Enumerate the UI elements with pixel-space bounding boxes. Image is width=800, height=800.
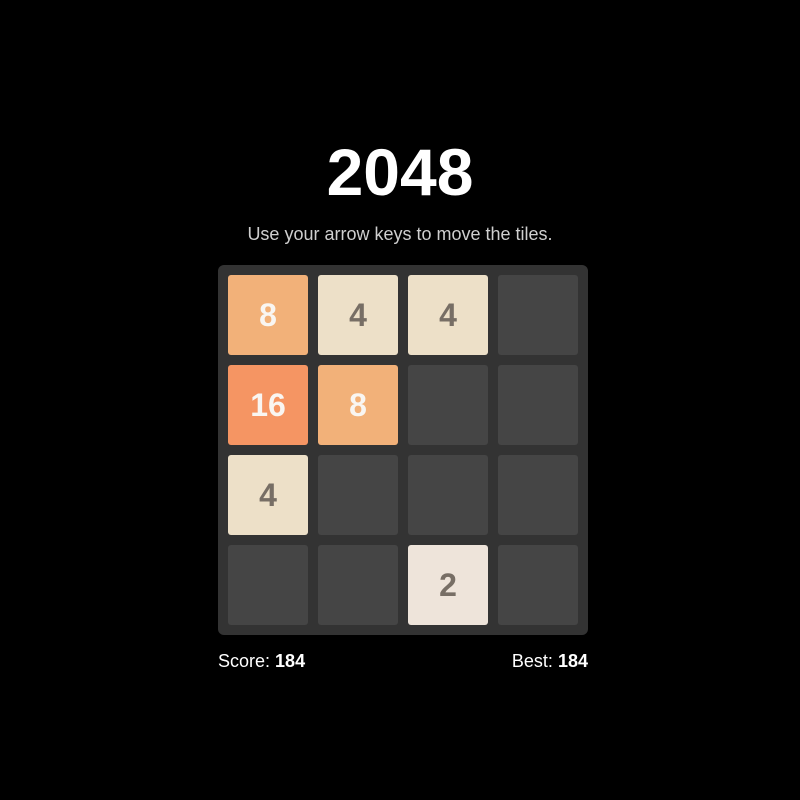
empty-cell [318,545,398,625]
tile: 2 [408,545,488,625]
game-instructions: Use your arrow keys to move the tiles. [247,224,553,244]
score-value: 184 [275,651,306,671]
game-page: 2048 Use your arrow keys to move the til… [0,0,800,800]
empty-cell [498,455,578,535]
best-label: Best: [511,651,553,671]
game-board[interactable]: 8 4 4 16 8 4 2 [218,265,588,635]
best-score-display: Best: 184 [512,650,588,672]
tile: 8 [318,365,398,445]
tile: 4 [318,275,398,355]
tile: 8 [228,275,308,355]
empty-cell [228,545,308,625]
empty-cell [408,455,488,535]
game-title: 2048 [326,135,474,209]
empty-cell [498,275,578,355]
tile: 4 [228,455,308,535]
empty-cell [498,545,578,625]
best-value: 184 [557,651,588,671]
empty-cell [318,455,398,535]
tile: 4 [408,275,488,355]
score-label: Score: [218,651,271,671]
empty-cell [408,365,488,445]
empty-cell [498,365,578,445]
score-display: Score: 184 [218,650,305,672]
tile: 16 [228,365,308,445]
